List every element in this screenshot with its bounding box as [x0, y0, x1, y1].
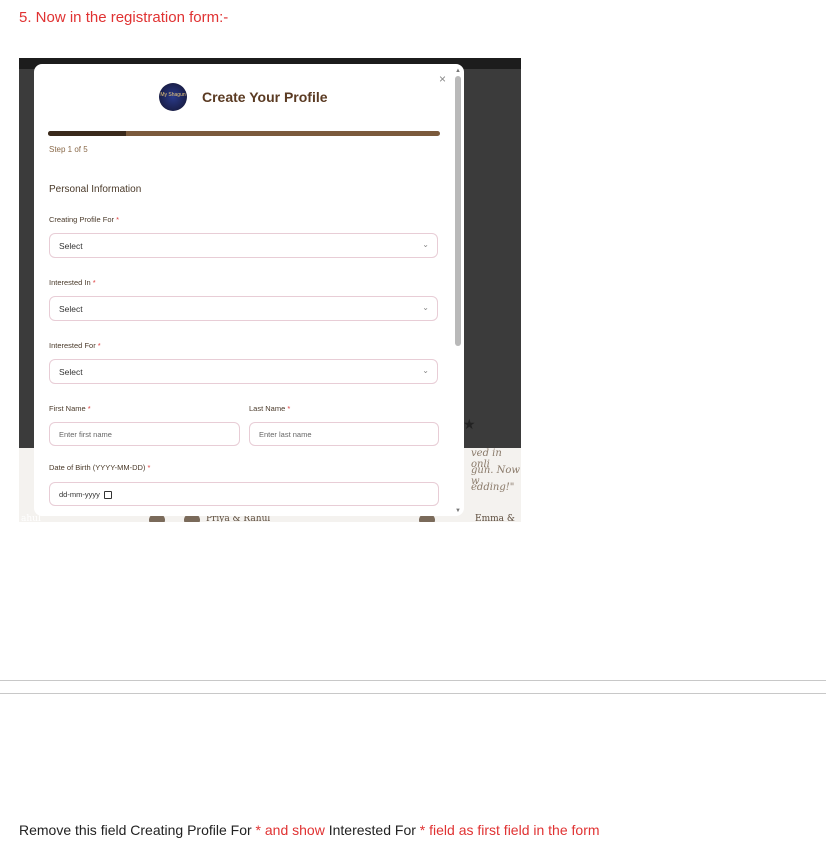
step-progress-bar — [48, 131, 440, 136]
select-value: Select — [59, 367, 83, 377]
chevron-down-icon: ⌄ — [422, 303, 429, 312]
brand-logo: My Shagun — [159, 83, 187, 111]
star-icon: ★ — [463, 416, 476, 432]
divider — [0, 693, 826, 694]
label-text: Date of Birth (YYYY-MM-DD) — [49, 463, 146, 472]
scroll-thumb[interactable] — [455, 76, 461, 346]
testimonial-text-line: edding!" — [471, 482, 515, 493]
last-name-input[interactable]: Enter last name — [249, 422, 439, 446]
select-value: Select — [59, 304, 83, 314]
placeholder: dd-mm-yyyy — [59, 490, 100, 499]
divider — [0, 680, 826, 681]
chevron-down-icon: ⌄ — [422, 366, 429, 375]
label-text: Interested In — [49, 278, 91, 287]
creating-profile-for-select[interactable]: Select ⌄ — [49, 233, 438, 258]
progress-fill — [48, 131, 127, 136]
label-text: Creating Profile For — [49, 215, 115, 224]
note-text: * field as first field in the form — [415, 822, 600, 838]
required-mark: * — [97, 341, 101, 350]
note-text: Interested For — [328, 822, 416, 838]
step-indicator: Step 1 of 5 — [49, 145, 88, 154]
testimonial-name: Emma & — [475, 514, 515, 522]
modal-scrollbar[interactable]: ▲ ▼ — [455, 68, 461, 514]
dob-label: Date of Birth (YYYY-MM-DD) * — [49, 463, 150, 472]
change-request-note: Remove this field Creating Profile For *… — [19, 822, 600, 838]
select-value: Select — [59, 241, 83, 251]
required-mark: * — [92, 278, 96, 287]
section-title: Personal Information — [49, 184, 142, 195]
modal-title: Create Your Profile — [202, 89, 328, 105]
interested-in-select[interactable]: Select ⌄ — [49, 296, 438, 321]
calendar-icon[interactable] — [103, 491, 112, 500]
instruction-heading: 5. Now in the registration form:- — [19, 9, 229, 26]
note-text: Creating Profile For — [130, 822, 252, 838]
chevron-down-icon: ⌄ — [422, 240, 429, 249]
required-mark: * — [87, 404, 91, 413]
interested-for-select[interactable]: Select ⌄ — [49, 359, 438, 384]
scroll-down-icon[interactable]: ▼ — [455, 508, 461, 514]
first-name-input[interactable]: Enter first name — [49, 422, 240, 446]
required-mark: * — [116, 215, 120, 224]
dob-input[interactable]: dd-mm-yyyy — [49, 482, 439, 506]
last-name-label: Last Name * — [249, 404, 290, 413]
label-text: Interested For — [49, 341, 96, 350]
required-mark: * — [147, 463, 151, 472]
first-name-label: First Name * — [49, 404, 91, 413]
date-placeholder: dd-mm-yyyy — [59, 490, 112, 500]
placeholder: Enter first name — [59, 430, 112, 439]
logo-text: My Shagun — [160, 92, 186, 98]
placeholder: Enter last name — [259, 430, 312, 439]
label-text: Last Name — [249, 404, 286, 413]
creating-profile-for-label: Creating Profile For * — [49, 215, 119, 224]
interested-in-label: Interested In * — [49, 278, 96, 287]
create-profile-modal: × ▲ ▼ My Shagun Create Your Profile Step… — [34, 64, 464, 516]
label-text: First Name — [49, 404, 86, 413]
required-mark: * — [287, 404, 291, 413]
note-text: * and show — [251, 822, 329, 838]
interested-for-label: Interested For * — [49, 341, 101, 350]
scroll-up-icon[interactable]: ▲ — [455, 68, 461, 74]
modal-header: My Shagun Create Your Profile — [34, 83, 464, 113]
registration-screenshot: ★ ved in onli gun. Now w edding!" Priya … — [19, 58, 521, 522]
note-text: Remove this field — [19, 822, 131, 838]
